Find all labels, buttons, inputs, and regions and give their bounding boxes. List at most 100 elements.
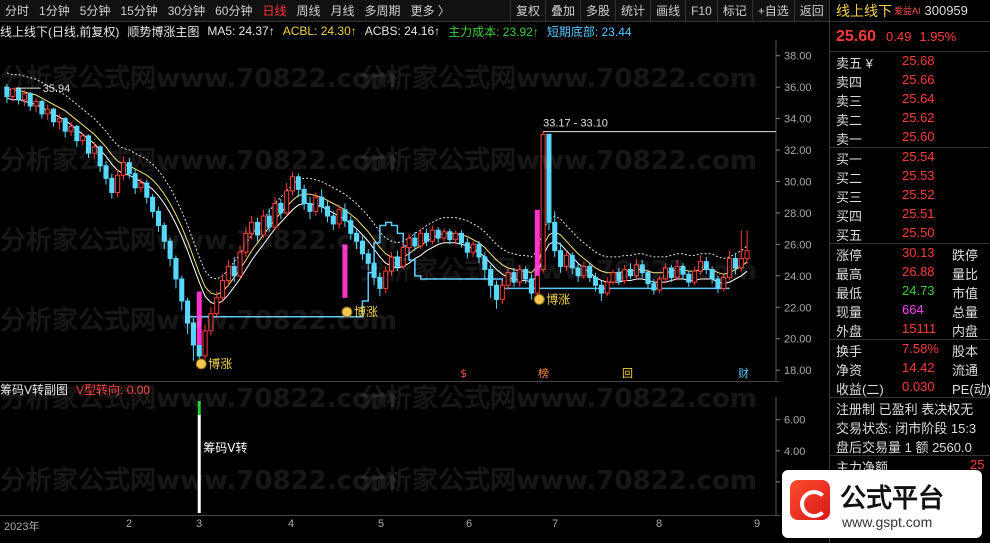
ai-tag[interactable]: 爱益AI [894,4,921,17]
bid-row[interactable]: 买三 25.52 [830,186,990,205]
candle [74,124,80,147]
bid-row[interactable]: 买五 25.50 [830,224,990,243]
period-tab[interactable]: 多周期 [360,0,406,22]
event-tag[interactable]: $ [460,367,467,380]
event-tag[interactable]: 财 [738,366,749,380]
info-line: 注册制 已盈利 表决权无 [830,398,990,417]
ask-row[interactable]: 卖二 25.62 [830,109,990,128]
v-turn-bar [197,415,201,513]
candle [190,318,196,361]
tool-button[interactable]: +自选 [751,0,794,22]
y-tick-label: 30.00 [784,176,812,188]
candle [254,217,261,242]
y-tick-label: 32.00 [784,145,812,157]
bid-price: 25.51 [902,206,935,221]
ma5-readout: MA5: 24.37↑ [207,24,275,38]
candle [249,216,255,240]
sub-chart-name[interactable]: 筹码V转副图 [0,381,68,398]
y-tick-label: 28.00 [784,208,812,220]
date-label: 4 [288,518,295,530]
candle [80,132,86,146]
period-tab[interactable]: 30分钟 [163,0,210,22]
ask-row[interactable]: 卖三 25.64 [830,90,990,109]
indicator-name[interactable]: 顺势博涨主图 [127,23,199,40]
event-tag[interactable]: 回 [622,367,633,380]
candle [418,228,424,250]
candle [33,98,39,113]
candle [657,275,663,294]
tool-button[interactable]: 多股 [580,0,615,22]
candle [587,263,593,283]
period-tabs: 分时 1分钟 5分钟 15分钟 30分钟 60分钟 日线 周线 月线 多周期 更多 〉 [0,0,455,22]
period-tab[interactable]: 5分钟 [75,0,116,22]
ask-row[interactable]: 卖四 25.66 [830,71,990,90]
candle [45,104,51,121]
period-tab[interactable]: 1分钟 [34,0,75,22]
candle [715,275,721,294]
event-tag[interactable]: 榜 [538,366,549,380]
y-tick-label: 18.00 [784,365,812,377]
period-tab[interactable]: 60分钟 [210,0,257,22]
candle [517,264,523,287]
candle [674,260,680,281]
candle [435,227,441,243]
ask-price: 25.62 [902,110,935,125]
candle [155,206,161,232]
tool-button[interactable]: 统计 [615,0,650,22]
candle [39,99,45,119]
chart-title[interactable]: 线上线下(日线,前复权) [0,23,119,40]
info-line: 交易状态: 闭市阶段 15:3 [830,417,990,436]
tool-button[interactable]: 返回 [793,0,829,22]
bid-row[interactable]: 买一 25.54 [830,148,990,167]
stock-code: 300959 [924,3,968,18]
stat-row: 涨停 30.13 跌停 [830,244,990,263]
period-tab[interactable]: 分时 [0,0,34,22]
period-tab[interactable]: 月线 [326,0,360,22]
last-price: 25.60 [836,27,877,45]
signal-bar [196,291,202,345]
period-tab[interactable]: 周线 [291,0,325,22]
stat-label: 换手 [836,344,863,359]
money-bag-icon [533,293,545,305]
candle [616,267,622,286]
candlestick-chart[interactable]: 38.00 36.00 34.00 32.00 30.00 28.00 26.00 24.00… [0,40,829,381]
candle [633,258,639,279]
stat-row: 外盘 15111 内盘 [830,320,990,339]
date-label: 6 [466,518,473,530]
tool-button[interactable]: F10 [685,0,717,22]
ask-row[interactable]: 卖五 ¥ 25.68 [830,52,990,71]
ask-row[interactable]: 卖一 25.60 [830,128,990,147]
period-tab[interactable]: 15分钟 [115,0,162,22]
date-label: 5 [378,518,385,530]
stock-name[interactable]: 线上线下 [836,1,892,21]
candle [109,173,115,199]
tool-button[interactable]: 标记 [716,0,752,22]
candle [598,280,604,301]
ask-label: 卖一 [836,132,863,147]
stat-row: 净资 14.42 流通 [830,359,990,378]
bid-price: 25.54 [902,149,935,164]
candle [289,172,296,196]
bid-row[interactable]: 买四 25.51 [830,205,990,224]
y-tick-label: 4.00 [784,446,805,458]
v-turn-sub-chart[interactable]: 6.004.002.00筹码V转 [0,397,829,515]
candle [709,266,715,284]
candle [167,238,173,267]
tool-button[interactable]: 复权 [510,0,545,22]
candle [307,197,313,220]
tool-button[interactable]: 叠加 [545,0,580,22]
stat-value: 0.030 [902,379,935,394]
period-tab[interactable]: 日线 [257,0,291,22]
tool-button[interactable]: 画线 [650,0,685,22]
candle [488,264,494,298]
candle [208,307,214,336]
date-label: 7 [552,518,559,530]
bid-row[interactable]: 买二 25.53 [830,167,990,186]
ask-label: 卖二 [836,113,863,128]
candle [604,277,610,297]
candle [85,134,92,158]
candle [161,222,167,250]
period-tab[interactable]: 更多 〉 [406,0,455,22]
candle [645,269,651,289]
ask-price: 25.68 [902,53,935,68]
